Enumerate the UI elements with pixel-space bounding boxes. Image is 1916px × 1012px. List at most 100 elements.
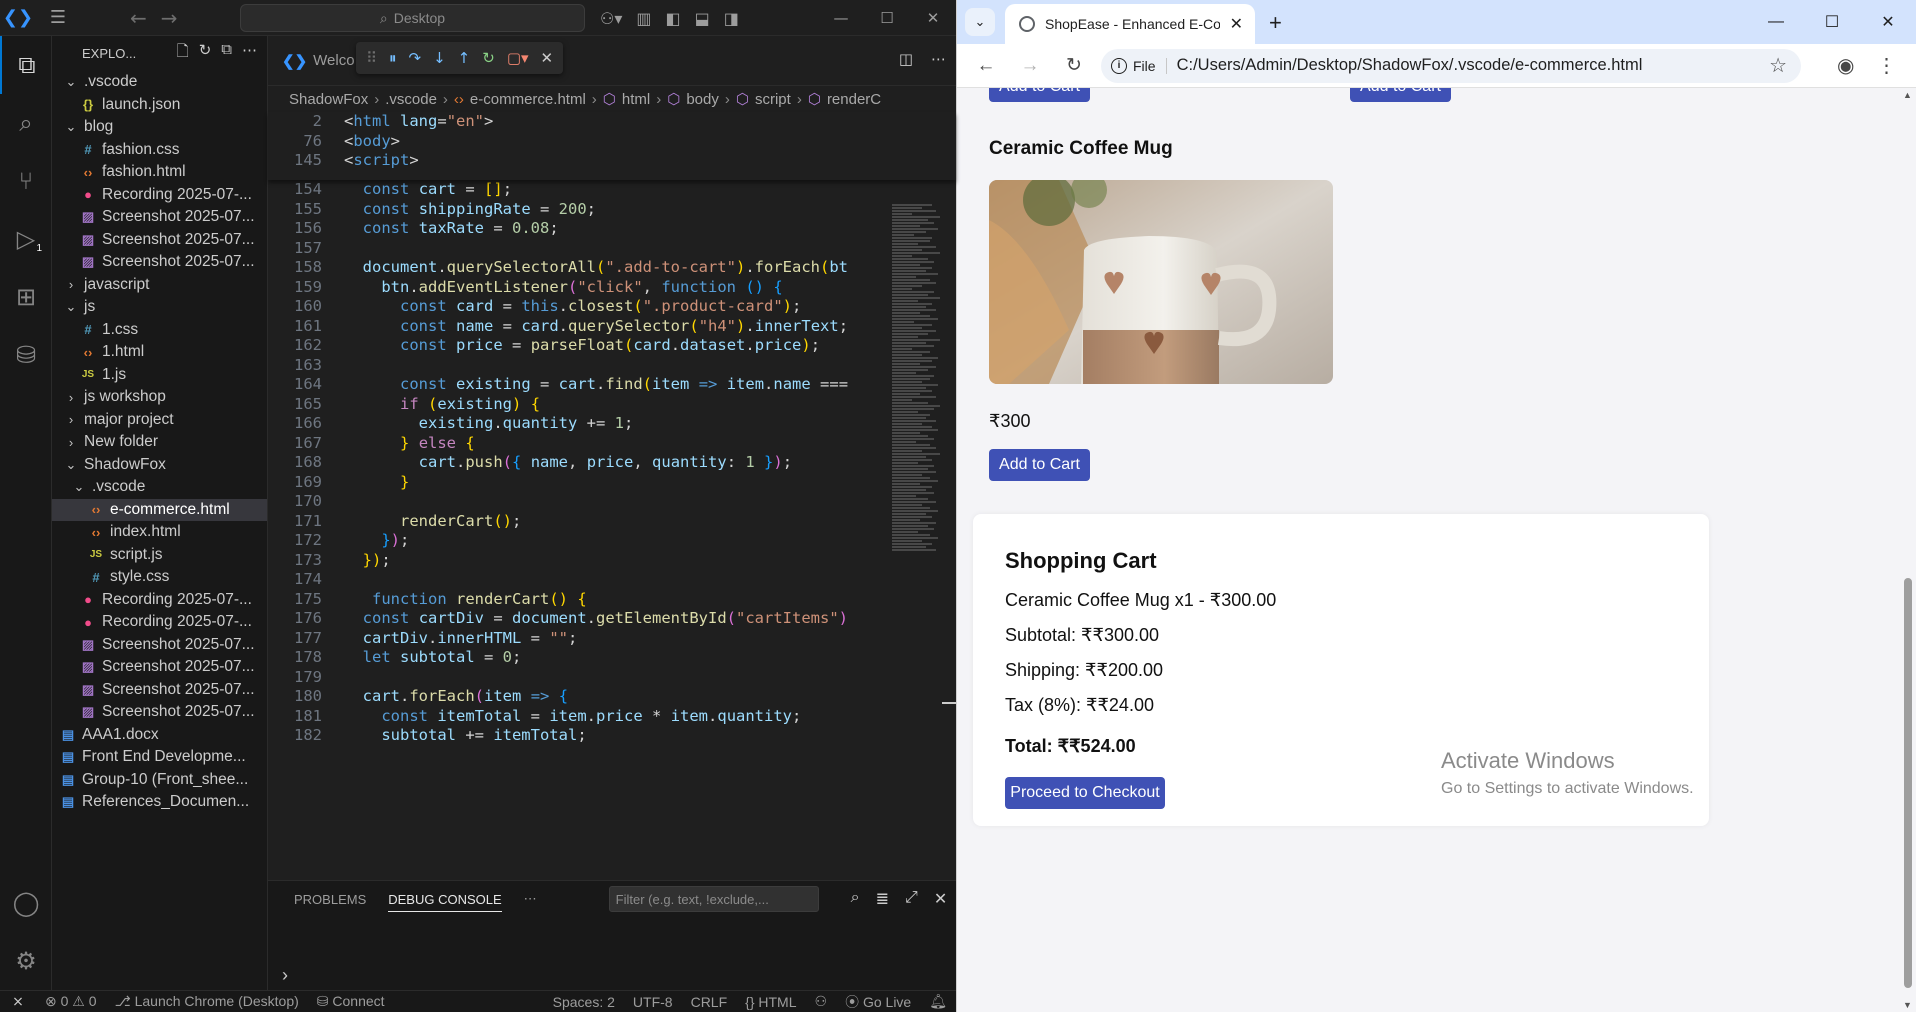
breadcrumb-item[interactable]: renderC — [827, 91, 881, 108]
scroll-down-icon[interactable]: ▼ — [1903, 1000, 1912, 1010]
settings-gear-icon[interactable]: ⚙ — [0, 932, 52, 990]
step-out-icon[interactable]: ↑ — [458, 49, 471, 67]
tree-item[interactable]: #1.css — [52, 319, 267, 342]
code-line[interactable]: 168 cart.push({ name, price, quantity: 1… — [268, 453, 956, 473]
tree-item[interactable]: ⌄ .vscode — [52, 71, 267, 94]
add-to-cart-button-partial[interactable]: Add to Cart — [989, 88, 1090, 102]
toggle-secondary-sidebar-icon[interactable]: ◨ — [724, 9, 739, 28]
encoding-status[interactable]: UTF-8 — [624, 994, 682, 1010]
forward-arrow-icon[interactable]: → — [161, 6, 178, 30]
code-line[interactable]: 160 const card = this.closest(".product-… — [268, 297, 956, 317]
remote-icon[interactable]: ⨯ — [0, 993, 36, 1010]
indentation-status[interactable]: Spaces: 2 — [544, 994, 624, 1010]
tree-item[interactable]: ● Recording 2025-07-... — [52, 184, 267, 207]
drag-handle-icon[interactable]: ⠿ — [366, 49, 377, 67]
maximize-panel-icon[interactable]: ⤢ — [905, 889, 918, 909]
tab-problems[interactable]: PROBLEMS — [294, 892, 366, 907]
explorer-icon[interactable]: ⧉ — [0, 36, 52, 94]
bookmark-star-icon[interactable]: ☆ — [1769, 53, 1787, 78]
tree-item[interactable]: ⌄ blog — [52, 116, 267, 139]
forward-icon[interactable]: → — [1013, 49, 1047, 83]
refresh-icon[interactable]: ↻ — [199, 41, 212, 66]
code-line[interactable]: 177 cartDiv.innerHTML = ""; — [268, 629, 956, 649]
site-info-chip[interactable]: i File — [1111, 57, 1167, 74]
breadcrumb-item[interactable]: html — [622, 91, 650, 108]
code-line[interactable]: 157 — [268, 239, 956, 259]
close-icon[interactable]: ✕ — [910, 0, 956, 36]
code-line[interactable]: 181 const itemTotal = item.price * item.… — [268, 707, 956, 727]
chrome-maximize-icon[interactable]: ☐ — [1804, 0, 1860, 44]
editor-more-icon[interactable]: ⋯ — [931, 50, 946, 68]
eol-status[interactable]: CRLF — [682, 994, 737, 1010]
code-line[interactable]: 164 const existing = cart.find(item => i… — [268, 375, 956, 395]
copilot-status-icon[interactable]: ⚇ — [806, 993, 837, 1010]
breadcrumb-item[interactable]: ShadowFox — [289, 91, 368, 108]
step-over-icon[interactable]: ↷ — [409, 49, 422, 67]
golive-status[interactable]: ⦿ Go Live — [836, 992, 920, 1012]
tree-item[interactable]: {} launch.json — [52, 94, 267, 117]
toggle-panel-icon[interactable]: ⬓ — [695, 9, 710, 28]
debug-console-filter[interactable]: Filter (e.g. text, !exclude,... — [608, 886, 819, 912]
extensions-icon[interactable]: ⊞ — [0, 268, 52, 326]
tree-item[interactable]: ▤ Group-10 (Front_shee... — [52, 769, 267, 792]
command-center-search[interactable]: ⌕ Desktop — [240, 4, 585, 32]
code-line[interactable]: 154 const cart = []; — [268, 180, 956, 200]
scrollbar-thumb[interactable] — [1904, 578, 1912, 988]
breadcrumb-item[interactable]: e-commerce.html — [470, 91, 586, 108]
tree-item[interactable]: ▤ Front End Developme... — [52, 746, 267, 769]
debug-launch-status[interactable]: ⎇ Launch Chrome (Desktop) — [106, 993, 308, 1010]
pause-icon[interactable]: ⏸ — [389, 49, 397, 67]
tab-welcome[interactable]: ❮❯ Welco — [268, 52, 355, 70]
code-line[interactable]: 166 existing.quantity += 1; — [268, 414, 956, 434]
code-line[interactable]: 162 const price = parseFloat(card.datase… — [268, 336, 956, 356]
language-status[interactable]: {} HTML — [736, 994, 805, 1010]
checkout-button[interactable]: Proceed to Checkout — [1005, 777, 1165, 809]
tree-item[interactable]: ⌄ js — [52, 296, 267, 319]
tree-item[interactable]: ⌄ ShadowFox — [52, 454, 267, 477]
menu-icon[interactable]: ☰ — [36, 0, 80, 36]
code-line[interactable]: 180 cart.forEach(item => { — [268, 687, 956, 707]
notifications-bell-icon[interactable]: 🔔︎ — [920, 993, 956, 1010]
code-line[interactable]: 170 — [268, 492, 956, 512]
database-icon[interactable]: ⛁ — [0, 326, 52, 384]
code-line[interactable]: 159 btn.addEventListener("click", functi… — [268, 278, 956, 298]
more-actions-icon[interactable]: ⋯ — [242, 41, 257, 66]
clear-console-icon[interactable]: ≣ — [876, 889, 889, 909]
tree-item[interactable]: # style.css — [52, 566, 267, 589]
code-line[interactable]: 173 }); — [268, 551, 956, 571]
add-to-cart-button[interactable]: Add to Cart — [989, 449, 1090, 481]
chrome-minimize-icon[interactable]: — — [1748, 0, 1804, 44]
tree-item[interactable]: › New folder — [52, 431, 267, 454]
minimap[interactable] — [892, 204, 942, 551]
find-icon[interactable]: ⌕ — [851, 889, 860, 909]
code-line[interactable]: 171 renderCart(); — [268, 512, 956, 532]
tab-debug-console[interactable]: DEBUG CONSOLE — [388, 892, 502, 912]
toggle-sidebar-icon[interactable]: ◧ — [666, 9, 681, 28]
tree-item[interactable]: # fashion.css — [52, 139, 267, 162]
new-file-icon[interactable]: 🗋 — [177, 41, 189, 66]
code-line[interactable]: 158 document.querySelectorAll(".add-to-c… — [268, 258, 956, 278]
tree-item[interactable]: ▤ AAA1.docx — [52, 724, 267, 747]
code-line[interactable]: 156 const taxRate = 0.08; — [268, 219, 956, 239]
tree-item[interactable]: ▨ Screenshot 2025-07... — [52, 229, 267, 252]
step-into-icon[interactable]: ↓ — [433, 49, 446, 67]
close-tab-icon[interactable]: ✕ — [1230, 14, 1243, 34]
minimize-icon[interactable]: — — [818, 0, 864, 36]
code-editor[interactable]: 2 <html lang="en"> 76 <body> 145 <script> 1… — [268, 112, 956, 746]
breadcrumb-item[interactable]: .vscode — [385, 91, 437, 108]
code-line[interactable]: 169 } — [268, 473, 956, 493]
tree-item[interactable]: ‹› 1.html — [52, 341, 267, 364]
copilot-icon[interactable]: ⚇▾ — [600, 9, 622, 28]
disconnect-icon[interactable]: ✕ — [541, 49, 554, 67]
chrome-menu-icon[interactable]: ⋮ — [1876, 53, 1896, 78]
split-editor-icon[interactable]: ◫ — [899, 50, 913, 68]
code-line[interactable]: 174 — [268, 570, 956, 590]
tree-item[interactable]: › js workshop — [52, 386, 267, 409]
tab-search-chevron-icon[interactable]: ⌄ — [965, 8, 995, 36]
page-scrollbar[interactable]: ▲ ▼ — [1900, 88, 1916, 1012]
maximize-icon[interactable]: ☐ — [864, 0, 910, 36]
console-prompt-chevron-icon[interactable]: › — [282, 965, 288, 986]
address-bar[interactable]: i File C:/Users/Admin/Desktop/ShadowFox/… — [1101, 48, 1801, 83]
chrome-close-icon[interactable]: ✕ — [1860, 0, 1916, 44]
tree-item[interactable]: ⌄ .vscode — [52, 476, 267, 499]
